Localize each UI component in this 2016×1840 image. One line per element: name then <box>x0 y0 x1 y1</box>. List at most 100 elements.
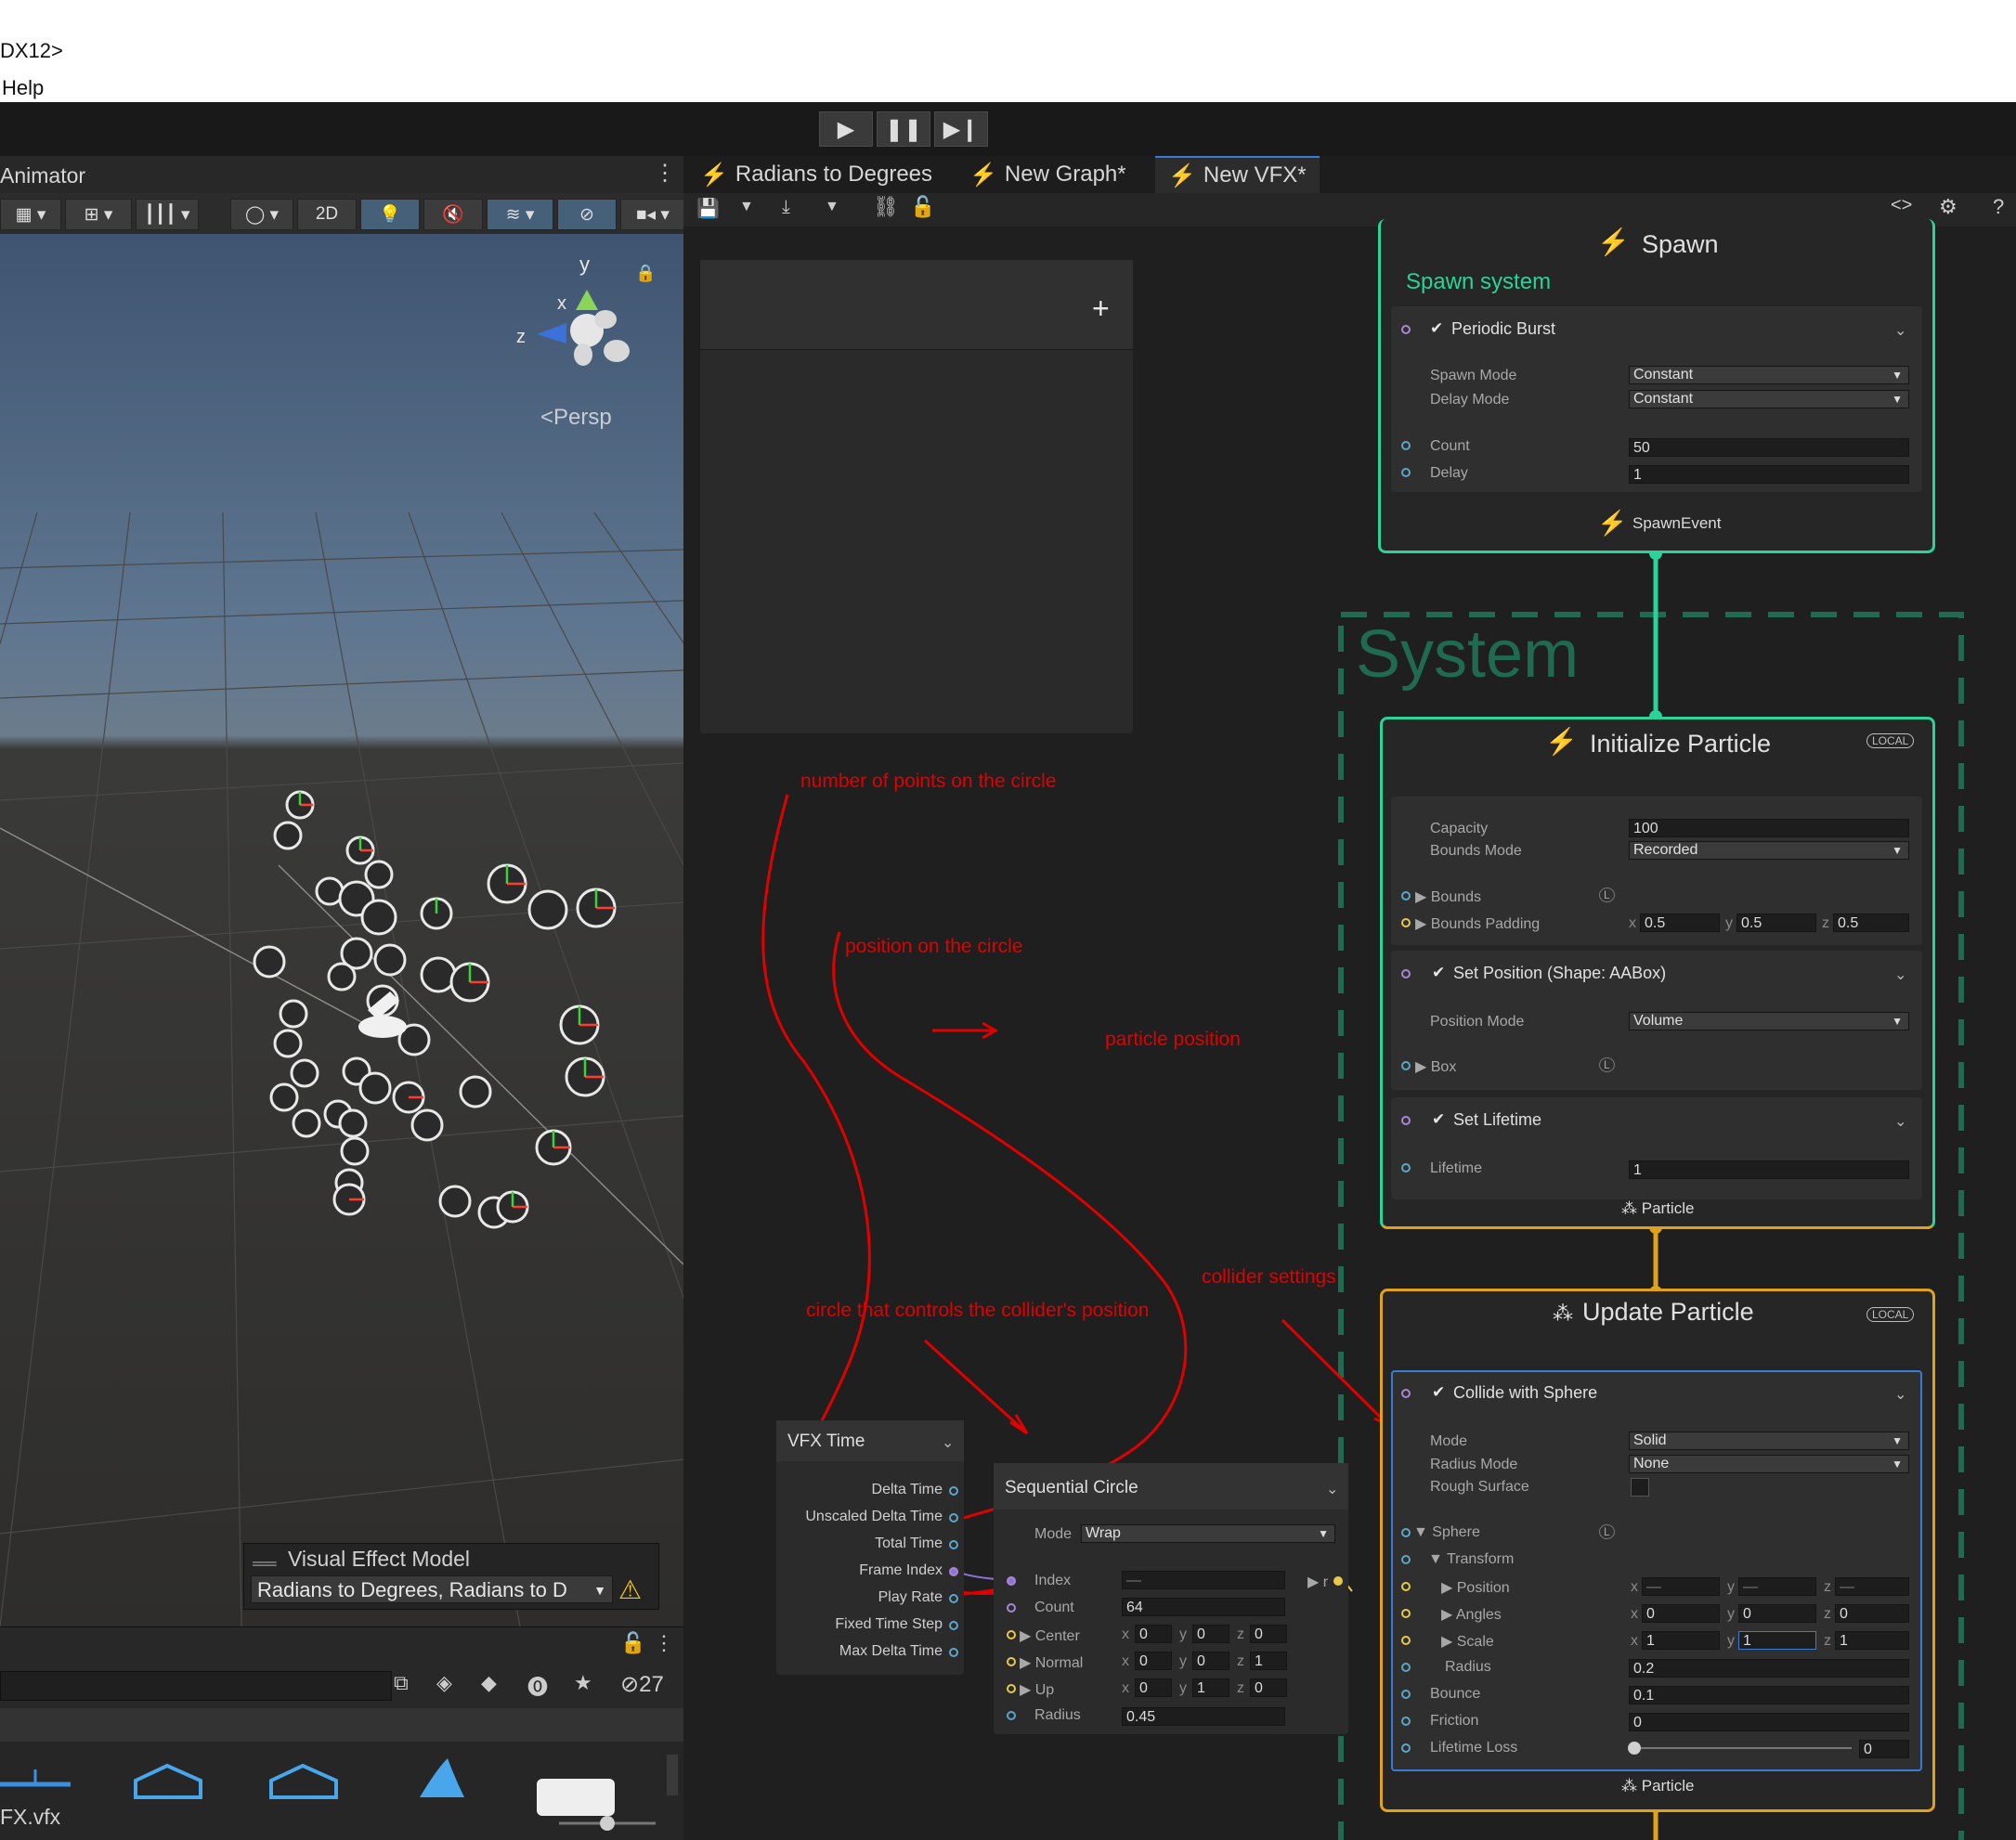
normal-z[interactable]: 1 <box>1250 1652 1287 1670</box>
settings-sliders-icon[interactable]: ⚙ <box>1939 195 1957 219</box>
bounds-padding-y[interactable]: 0.5 <box>1736 914 1816 932</box>
block-collide-with-sphere[interactable] <box>1391 1370 1922 1771</box>
spawn-mode-dropdown[interactable]: Constant <box>1629 366 1909 384</box>
label-scale[interactable]: ▶ Scale <box>1441 1632 1494 1651</box>
vfx-emitter-icon[interactable] <box>358 991 407 1038</box>
bounds-padding-z[interactable]: 0.5 <box>1833 914 1909 932</box>
camera-button[interactable]: ■◂ ▾ <box>620 199 685 230</box>
output-port[interactable] <box>949 1621 958 1630</box>
input-port[interactable] <box>1401 1582 1411 1591</box>
filter-type-icon[interactable]: ◈ <box>436 1671 452 1695</box>
output-port[interactable] <box>949 1540 958 1549</box>
input-port[interactable] <box>1401 1636 1411 1645</box>
chevron-down-icon[interactable]: ▼ <box>739 199 754 215</box>
tab-radians-to-degrees[interactable]: ⚡ Radians to Degrees <box>687 156 945 193</box>
space-local-icon[interactable]: L <box>1599 1057 1615 1072</box>
output-port[interactable] <box>949 1648 958 1657</box>
space-local-icon[interactable]: L <box>1599 888 1615 902</box>
lighting-toggle[interactable]: 💡 <box>360 199 420 230</box>
step-button[interactable]: ▶❙ <box>934 111 988 147</box>
label-position[interactable]: ▶ Position <box>1441 1578 1510 1597</box>
input-port[interactable] <box>1401 891 1411 901</box>
lifetime-field[interactable]: 1 <box>1629 1160 1909 1179</box>
lifetime-loss-slider-thumb[interactable] <box>1628 1742 1641 1755</box>
visual-effect-selector[interactable]: Radians to Degrees, Radians to D ▼ <box>251 1575 613 1603</box>
label-center[interactable]: ▶ Center <box>1020 1626 1080 1645</box>
label-filter-icon[interactable]: ◆ <box>481 1671 497 1695</box>
checkbox-enabled[interactable]: ✔ <box>1432 1383 1445 1402</box>
label-angles[interactable]: ▶ Angles <box>1441 1605 1502 1624</box>
scene-viewport[interactable]: y x z 🔒 <box>0 234 683 1626</box>
input-port[interactable] <box>1401 1528 1411 1537</box>
bounds-mode-dropdown[interactable]: Recorded <box>1629 841 1909 860</box>
favorite-star-icon[interactable]: ★ <box>574 1671 592 1695</box>
input-port[interactable] <box>1401 1116 1411 1125</box>
input-port[interactable] <box>1007 1711 1016 1720</box>
more-options-icon[interactable]: ⋮ <box>654 160 676 187</box>
up-y[interactable]: 1 <box>1192 1678 1229 1697</box>
output-port[interactable] <box>949 1486 958 1496</box>
lifetime-loss-slider-track[interactable] <box>1634 1747 1852 1749</box>
index-field[interactable]: — <box>1122 1571 1285 1589</box>
local-space-badge[interactable]: LOCAL <box>1866 1307 1915 1322</box>
up-z[interactable]: 0 <box>1250 1678 1287 1697</box>
center-x[interactable]: 0 <box>1135 1625 1172 1643</box>
position-y[interactable]: — <box>1738 1577 1816 1596</box>
lock-icon[interactable]: 🔒 <box>635 264 656 283</box>
hidden-count[interactable]: ⊘27 <box>620 1671 664 1698</box>
position-x[interactable]: — <box>1642 1577 1720 1596</box>
label-sphere[interactable]: ▼ Sphere <box>1413 1524 1480 1541</box>
center-y[interactable]: 0 <box>1192 1625 1229 1643</box>
output-port[interactable] <box>949 1567 958 1576</box>
lifetime-loss-field[interactable]: 0 <box>1859 1740 1909 1758</box>
drag-handle-icon[interactable]: ══ <box>253 1554 277 1574</box>
shading-mode-button[interactable]: ◯ ▾ <box>230 199 293 230</box>
input-port[interactable] <box>1007 1657 1016 1666</box>
audio-toggle[interactable]: 🔇 <box>423 199 483 230</box>
warning-icon[interactable]: ⚠ <box>618 1574 642 1605</box>
collision-mode-dropdown[interactable]: Solid <box>1629 1432 1909 1450</box>
input-port[interactable] <box>1401 1061 1411 1070</box>
label-bounds[interactable]: ▶ Bounds <box>1415 888 1481 906</box>
projection-toggle[interactable]: <Persp <box>540 405 612 431</box>
radius-mode-dropdown[interactable]: None <box>1629 1455 1909 1473</box>
project-search-input[interactable] <box>0 1671 392 1701</box>
label-transform[interactable]: ▼ Transform <box>1428 1551 1514 1568</box>
angles-z[interactable]: 0 <box>1835 1604 1909 1623</box>
lock-icon[interactable]: 🔓 <box>620 1631 645 1655</box>
chevron-down-icon[interactable]: ⌄ <box>1326 1480 1338 1498</box>
radius-field[interactable]: 0.45 <box>1122 1707 1285 1726</box>
input-port[interactable] <box>1401 1663 1411 1672</box>
label-box[interactable]: ▶ Box <box>1415 1057 1456 1076</box>
play-button[interactable]: ▶ <box>819 111 873 147</box>
output-port[interactable] <box>949 1594 958 1603</box>
scale-x[interactable]: 1 <box>1642 1631 1720 1650</box>
input-port[interactable] <box>1401 969 1411 978</box>
local-space-badge[interactable]: LOCAL <box>1866 733 1915 748</box>
friction-field[interactable]: 0 <box>1629 1713 1909 1731</box>
position-z[interactable]: — <box>1835 1577 1909 1596</box>
label-up[interactable]: ▶ Up <box>1020 1680 1054 1699</box>
position-mode-dropdown[interactable]: Volume <box>1629 1012 1909 1030</box>
input-port[interactable] <box>1007 1630 1016 1639</box>
checkbox-enabled[interactable]: ✔ <box>1432 964 1445 982</box>
delay-mode-dropdown[interactable]: Constant <box>1629 390 1909 408</box>
angles-y[interactable]: 0 <box>1738 1604 1816 1623</box>
scale-z[interactable]: 1 <box>1835 1631 1909 1650</box>
save-icon[interactable]: 💾 <box>696 197 720 220</box>
increment-snap-button[interactable]: ⊞ ▾ <box>65 199 132 230</box>
tab-new-vfx[interactable]: ⚡ New VFX* <box>1155 156 1320 193</box>
rough-surface-checkbox[interactable] <box>1631 1478 1649 1497</box>
input-port[interactable] <box>1401 1717 1411 1726</box>
scale-y[interactable]: 1 <box>1738 1631 1816 1650</box>
output-port[interactable] <box>1333 1576 1343 1586</box>
open-window-icon[interactable]: ⧉ <box>394 1671 409 1695</box>
space-local-icon[interactable]: L <box>1599 1524 1615 1539</box>
input-port[interactable] <box>1401 1609 1411 1618</box>
radius-field[interactable]: 0.2 <box>1629 1659 1909 1678</box>
label-bounds-padding[interactable]: ▶ Bounds Padding <box>1415 914 1540 933</box>
input-port[interactable] <box>1007 1603 1016 1613</box>
orientation-gizmo[interactable] <box>537 290 630 366</box>
help-icon[interactable]: ? <box>1993 195 2004 219</box>
input-port[interactable] <box>1401 1743 1411 1753</box>
